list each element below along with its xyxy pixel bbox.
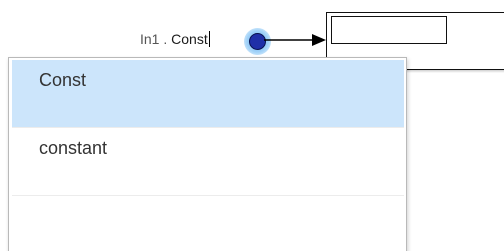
autocomplete-option-label: Const [39, 70, 87, 90]
autocomplete-option-empty[interactable] [12, 196, 404, 251]
text-caret [208, 31, 210, 47]
diagram-canvas[interactable]: In1 . Const Const constant [0, 0, 504, 251]
block-input-field[interactable] [331, 16, 447, 44]
port-name-input-text[interactable]: Const [171, 31, 208, 47]
connection-arrow[interactable] [264, 33, 328, 47]
port-prefix-label: In1 . [140, 31, 172, 47]
autocomplete-option-label: constant [39, 138, 108, 158]
autocomplete-option-const[interactable]: Const [12, 60, 404, 127]
port-name-editor[interactable]: In1 . Const [140, 31, 210, 47]
autocomplete-dropdown[interactable]: Const constant [8, 57, 407, 251]
autocomplete-option-constant[interactable]: constant [12, 128, 404, 195]
